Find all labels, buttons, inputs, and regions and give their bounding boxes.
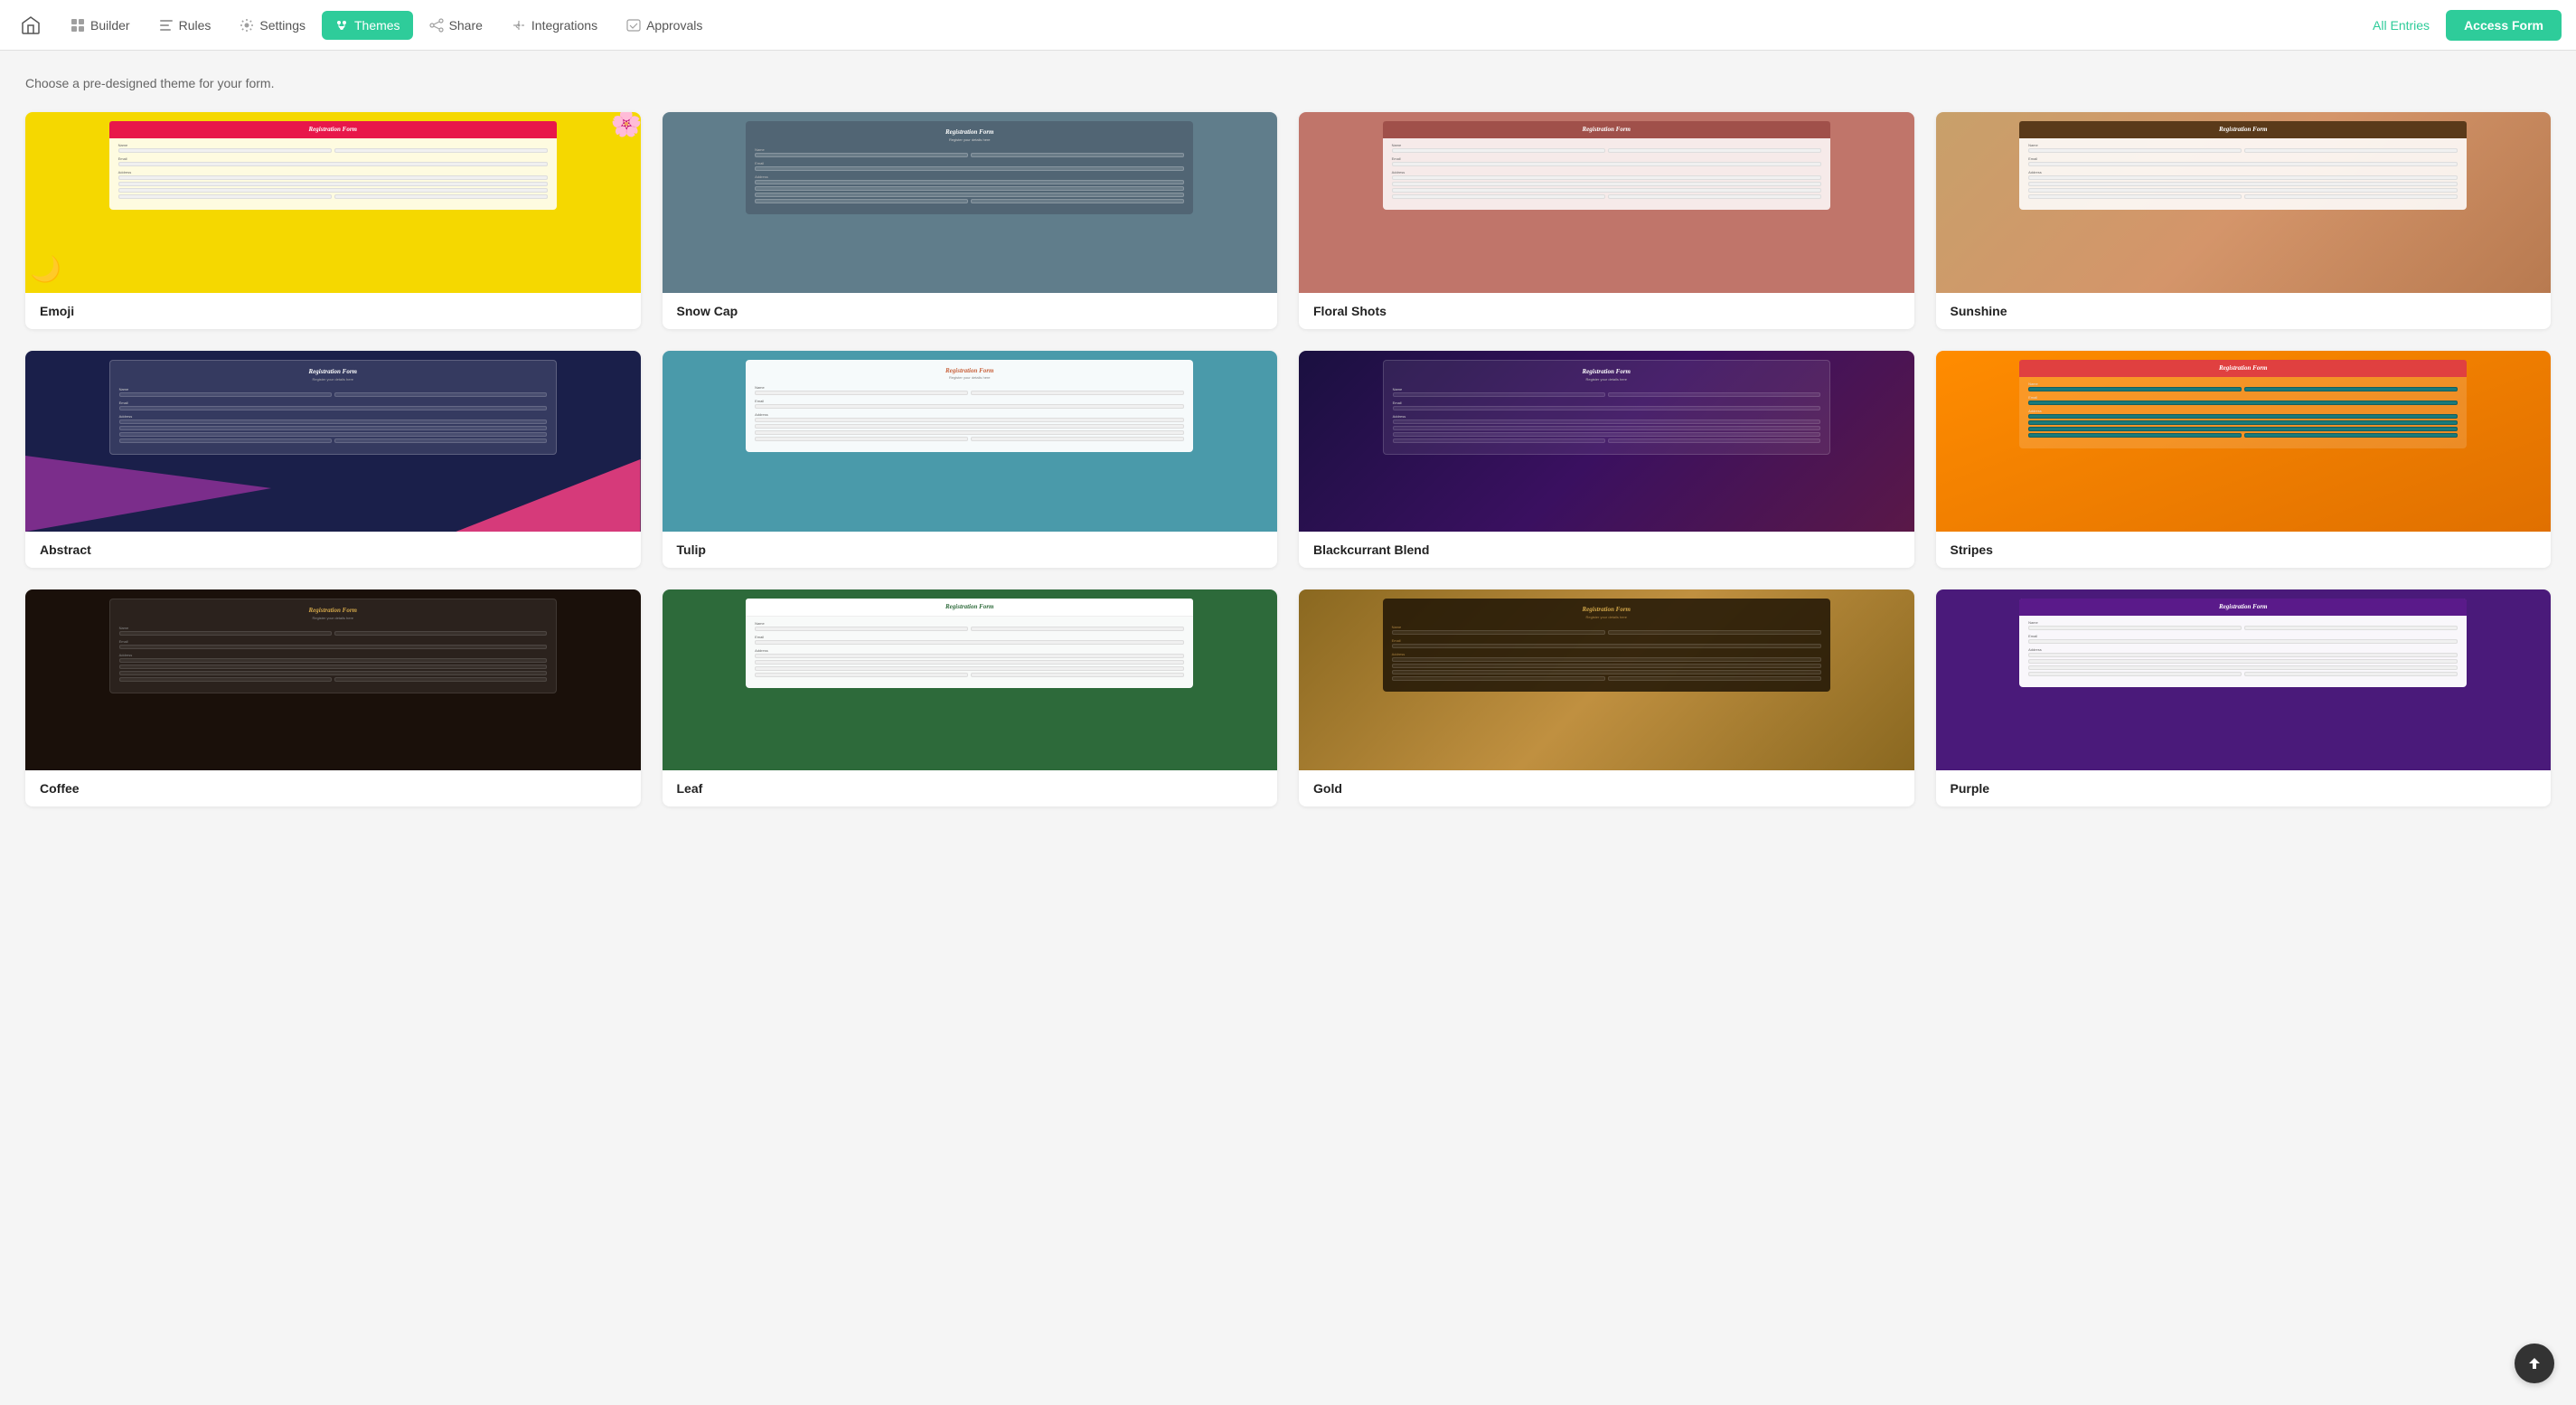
nav-approvals[interactable]: Approvals: [614, 11, 715, 40]
theme-name-blackcurrant: Blackcurrant Blend: [1299, 532, 1914, 568]
nav-share[interactable]: Share: [417, 11, 495, 40]
theme-name-stripes: Stripes: [1936, 532, 2552, 568]
theme-name-emoji: Emoji: [25, 293, 641, 329]
theme-name-purple: Purple: [1936, 770, 2552, 806]
theme-name-floral: Floral Shots: [1299, 293, 1914, 329]
theme-card-emoji[interactable]: 🌸🌙 Registration Form Name Email Address: [25, 112, 641, 329]
theme-preview-stripes: Registration Form Name Email Address: [1936, 351, 2552, 532]
theme-card-gold[interactable]: Registration FormRegister your details h…: [1299, 589, 1914, 806]
theme-name-sunshine: Sunshine: [1936, 293, 2552, 329]
main-content: Choose a pre-designed theme for your for…: [0, 51, 2576, 843]
theme-preview-tulip: Registration FormRegister your details h…: [663, 351, 1278, 532]
nav-builder[interactable]: Builder: [58, 11, 143, 40]
theme-name-leaf: Leaf: [663, 770, 1278, 806]
theme-name-abstract: Abstract: [25, 532, 641, 568]
nav-themes[interactable]: Themes: [322, 11, 413, 40]
theme-preview-sunshine: Registration Form Name Email Address: [1936, 112, 2552, 293]
theme-name-gold: Gold: [1299, 770, 1914, 806]
theme-name-snowcap: Snow Cap: [663, 293, 1278, 329]
page-subtitle: Choose a pre-designed theme for your for…: [25, 76, 2551, 90]
navigation: Builder Rules Settings Themes: [0, 0, 2576, 51]
theme-card-floral[interactable]: Registration Form Name Email Address: [1299, 112, 1914, 329]
theme-card-blackcurrant[interactable]: Registration FormRegister your details h…: [1299, 351, 1914, 568]
theme-card-sunshine[interactable]: Registration Form Name Email Address: [1936, 112, 2552, 329]
all-entries-link[interactable]: All Entries: [2360, 11, 2442, 40]
theme-preview-snowcap: Registration FormRegister your details h…: [663, 112, 1278, 293]
nav-integrations[interactable]: Integrations: [499, 11, 610, 40]
theme-preview-leaf: Registration Form Name Email Address: [663, 589, 1278, 770]
theme-card-purple[interactable]: Registration Form Name Email Address: [1936, 589, 2552, 806]
nav-rules[interactable]: Rules: [146, 11, 224, 40]
theme-preview-floral: Registration Form Name Email Address: [1299, 112, 1914, 293]
theme-card-abstract[interactable]: Registration FormRegister your details h…: [25, 351, 641, 568]
theme-name-coffee: Coffee: [25, 770, 641, 806]
theme-card-snowcap[interactable]: Registration FormRegister your details h…: [663, 112, 1278, 329]
theme-preview-coffee: Registration FormRegister your details h…: [25, 589, 641, 770]
theme-preview-abstract: Registration FormRegister your details h…: [25, 351, 641, 532]
theme-card-leaf[interactable]: Registration Form Name Email Address: [663, 589, 1278, 806]
theme-name-tulip: Tulip: [663, 532, 1278, 568]
nav-settings[interactable]: Settings: [227, 11, 318, 40]
theme-card-coffee[interactable]: Registration FormRegister your details h…: [25, 589, 641, 806]
theme-preview-purple: Registration Form Name Email Address: [1936, 589, 2552, 770]
theme-preview-emoji: 🌸🌙 Registration Form Name Email Address: [25, 112, 641, 293]
theme-card-stripes[interactable]: Registration Form Name Email Address: [1936, 351, 2552, 568]
home-button[interactable]: [14, 9, 47, 42]
theme-preview-gold: Registration FormRegister your details h…: [1299, 589, 1914, 770]
scroll-to-top-button[interactable]: [2515, 1344, 2554, 1383]
theme-card-tulip[interactable]: Registration FormRegister your details h…: [663, 351, 1278, 568]
access-form-button[interactable]: Access Form: [2446, 10, 2562, 41]
theme-preview-blackcurrant: Registration FormRegister your details h…: [1299, 351, 1914, 532]
themes-grid: 🌸🌙 Registration Form Name Email Address: [25, 112, 2551, 806]
